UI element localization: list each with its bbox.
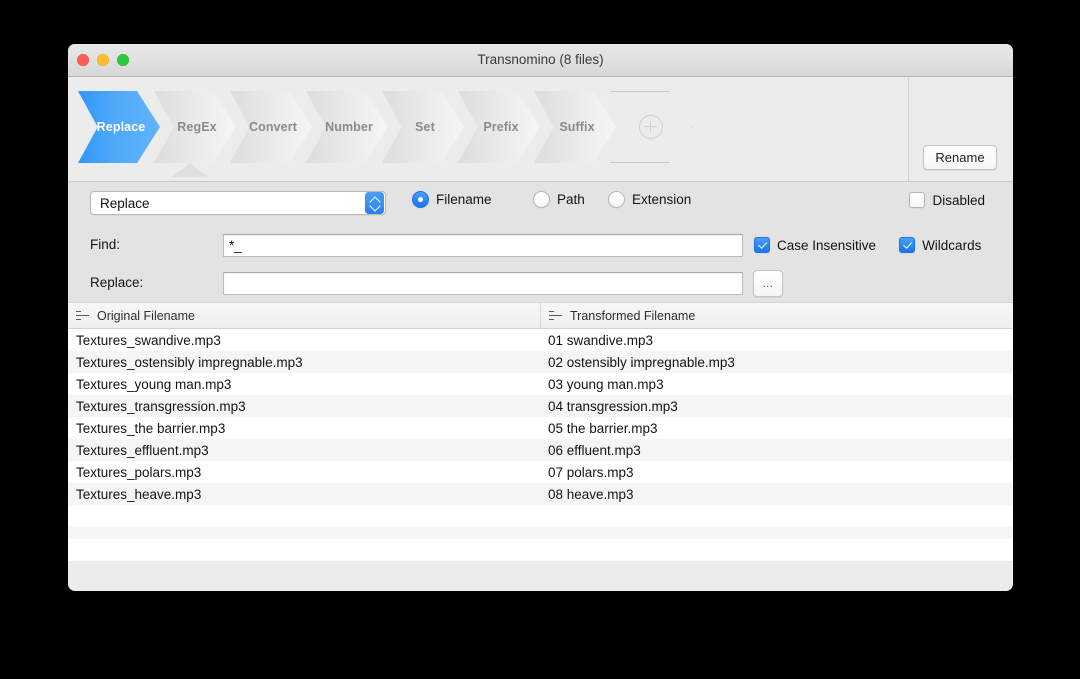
toolbar-divider — [908, 77, 909, 181]
scope-radio-filename-label: Filename — [436, 192, 492, 207]
scope-radio-extension-label: Extension — [632, 192, 691, 207]
table-row[interactable]: Textures_the barrier.mp3 05 the barrier.… — [68, 417, 1013, 439]
table-footer — [68, 539, 1013, 561]
step-chevron-replace[interactable]: Replace — [78, 91, 160, 163]
cell-original: Textures_polars.mp3 — [68, 465, 540, 480]
table-row[interactable]: Textures_transgression.mp3 04 transgress… — [68, 395, 1013, 417]
case-insensitive-checkbox-indicator[interactable] — [754, 237, 770, 253]
step-chevron-convert[interactable]: Convert — [230, 91, 312, 163]
table-row[interactable]: Textures_swandive.mp3 01 swandive.mp3 — [68, 329, 1013, 351]
step-chevron-replace-label: Replace — [97, 120, 146, 134]
table-header: Original Filename Transformed Filename — [68, 302, 1013, 329]
scope-radio-filename[interactable]: Filename — [412, 191, 492, 208]
cell-transformed: 08 heave.mp3 — [540, 487, 1013, 502]
column-header-original[interactable]: Original Filename — [68, 303, 540, 328]
app-window: Transnomino (8 files) Replace RegEx Conv… — [68, 44, 1013, 591]
options-row: Replace Filename Path Extension Disabled — [68, 182, 1013, 224]
step-chevron-regex-label: RegEx — [177, 120, 216, 134]
find-options: Case Insensitive Wildcards — [754, 237, 981, 253]
column-header-transformed-label: Transformed Filename — [570, 309, 695, 323]
cell-transformed: 02 ostensibly impregnable.mp3 — [540, 355, 1013, 370]
scope-radio-extension[interactable]: Extension — [608, 191, 691, 208]
disabled-checkbox[interactable]: Disabled — [909, 192, 985, 208]
step-chevron-convert-label: Convert — [249, 120, 297, 134]
sort-lines-icon — [549, 311, 562, 320]
radio-filename-indicator[interactable] — [412, 191, 429, 208]
title-bar: Transnomino (8 files) — [68, 44, 1013, 77]
step-chevron-regex[interactable]: RegEx — [154, 91, 236, 163]
plus-circle-icon — [639, 115, 663, 139]
table-row[interactable]: Textures_ostensibly impregnable.mp3 02 o… — [68, 351, 1013, 373]
cell-original: Textures_swandive.mp3 — [68, 333, 540, 348]
step-chevron-suffix[interactable]: Suffix — [534, 91, 616, 163]
replace-more-button[interactable]: … — [753, 270, 783, 297]
cell-original: Textures_ostensibly impregnable.mp3 — [68, 355, 540, 370]
replace-input[interactable] — [223, 272, 743, 295]
table-row[interactable]: Textures_polars.mp3 07 polars.mp3 — [68, 461, 1013, 483]
wildcards-checkbox-indicator[interactable] — [899, 237, 915, 253]
step-chevron-number[interactable]: Number — [306, 91, 388, 163]
wildcards-label: Wildcards — [922, 238, 981, 253]
cell-transformed: 05 the barrier.mp3 — [540, 421, 1013, 436]
scope-radio-path-label: Path — [557, 192, 585, 207]
rename-button[interactable]: Rename — [923, 145, 997, 170]
replace-label: Replace: — [90, 275, 143, 290]
step-chevron-number-label: Number — [325, 120, 373, 134]
cell-original: Textures_transgression.mp3 — [68, 399, 540, 414]
cell-transformed: 04 transgression.mp3 — [540, 399, 1013, 414]
cell-original: Textures_heave.mp3 — [68, 487, 540, 502]
table-row[interactable]: Textures_effluent.mp3 06 effluent.mp3 — [68, 439, 1013, 461]
step-chevron-prefix[interactable]: Prefix — [458, 91, 540, 163]
window-title: Transnomino (8 files) — [68, 44, 1013, 76]
cell-transformed: 03 young man.mp3 — [540, 377, 1013, 392]
disabled-checkbox-label: Disabled — [932, 193, 985, 208]
find-label: Find: — [90, 237, 120, 252]
cell-transformed: 01 swandive.mp3 — [540, 333, 1013, 348]
mode-popup-button[interactable]: Replace — [90, 191, 386, 215]
case-insensitive-label: Case Insensitive — [777, 238, 876, 253]
step-chevron-prefix-label: Prefix — [483, 120, 518, 134]
chevron-updown-icon[interactable] — [365, 192, 384, 214]
step-chevron-set-label: Set — [415, 120, 435, 134]
cell-original: Textures_young man.mp3 — [68, 377, 540, 392]
find-input[interactable]: *_ — [223, 234, 743, 257]
scope-radio-path[interactable]: Path — [533, 191, 585, 208]
cell-original: Textures_the barrier.mp3 — [68, 421, 540, 436]
sort-lines-icon — [76, 311, 89, 320]
mode-popup-value: Replace — [91, 196, 365, 211]
step-chevron-list: Replace RegEx Convert Number Set Prefix … — [78, 91, 686, 163]
radio-extension-indicator[interactable] — [608, 191, 625, 208]
active-step-pointer — [172, 163, 208, 177]
cell-transformed: 06 effluent.mp3 — [540, 443, 1013, 458]
step-chevron-set[interactable]: Set — [382, 91, 464, 163]
table-row[interactable]: Textures_young man.mp3 03 young man.mp3 — [68, 373, 1013, 395]
cell-original: Textures_effluent.mp3 — [68, 443, 540, 458]
table-row[interactable]: Textures_heave.mp3 08 heave.mp3 — [68, 483, 1013, 505]
disabled-checkbox-indicator[interactable] — [909, 192, 925, 208]
column-header-transformed[interactable]: Transformed Filename — [540, 303, 1013, 328]
radio-path-indicator[interactable] — [533, 191, 550, 208]
filename-table: Original Filename Transformed Filename T… — [68, 302, 1013, 561]
step-chevron-suffix-label: Suffix — [559, 120, 594, 134]
column-header-original-label: Original Filename — [97, 309, 195, 323]
table-empty-row — [68, 505, 1013, 527]
step-toolbar: Replace RegEx Convert Number Set Prefix … — [68, 77, 1013, 182]
cell-transformed: 07 polars.mp3 — [540, 465, 1013, 480]
add-step-chevron[interactable] — [610, 91, 692, 163]
find-replace-fields: Find: *_ Case Insensitive Wildcards Repl… — [68, 224, 1013, 302]
